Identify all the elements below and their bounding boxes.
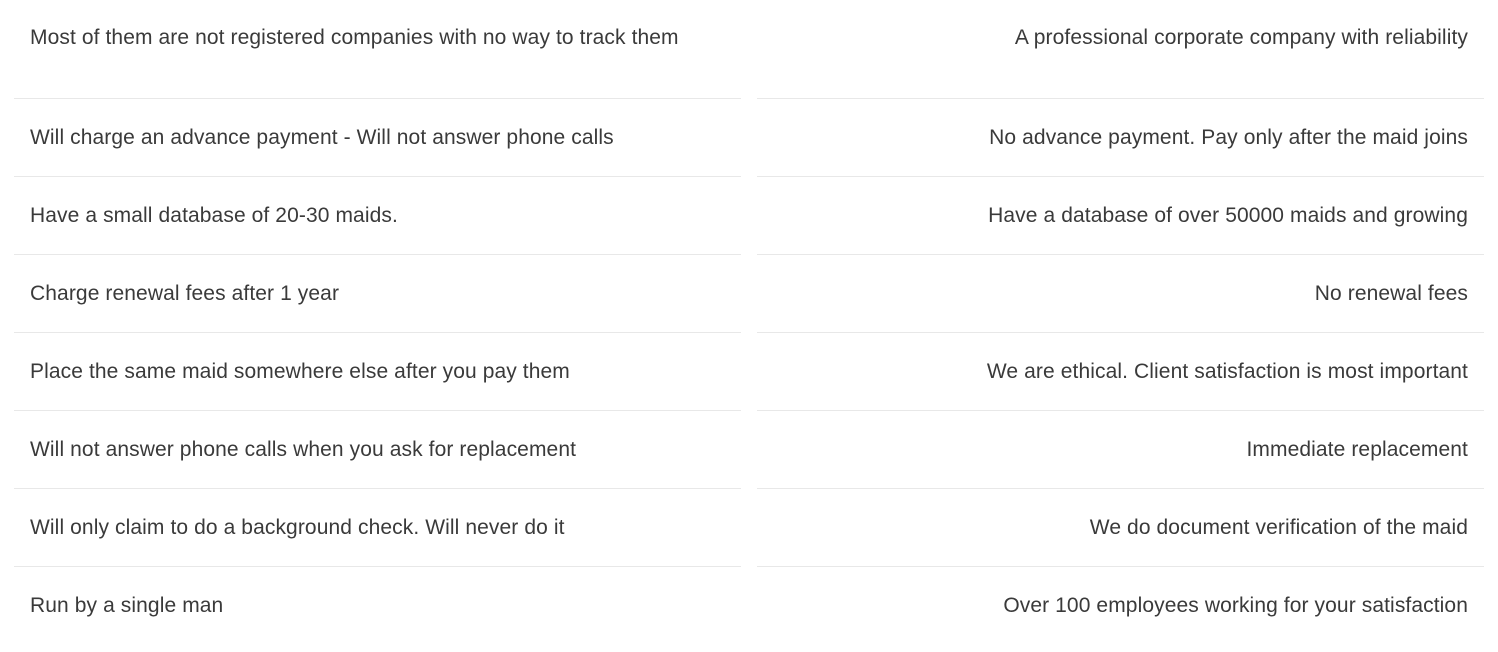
others-item-text: Run by a single man bbox=[30, 594, 224, 617]
us-item-text: A professional corporate company with re… bbox=[1014, 26, 1468, 49]
others-item: Place the same maid somewhere else after… bbox=[14, 333, 741, 411]
us-item: We do document verification of the maid bbox=[757, 489, 1484, 567]
us-item: Have a database of over 50000 maids and … bbox=[757, 177, 1484, 255]
others-item-text: Place the same maid somewhere else after… bbox=[30, 360, 570, 383]
us-item: No advance payment. Pay only after the m… bbox=[757, 99, 1484, 177]
us-item-text: We are ethical. Client satisfaction is m… bbox=[986, 360, 1468, 383]
us-item-text: Have a database of over 50000 maids and … bbox=[988, 204, 1468, 227]
others-item: Will charge an advance payment - Will no… bbox=[14, 99, 741, 177]
others-item-text: Will charge an advance payment - Will no… bbox=[30, 126, 614, 149]
us-item: We are ethical. Client satisfaction is m… bbox=[757, 333, 1484, 411]
others-column: Most of them are not registered companie… bbox=[14, 0, 741, 652]
us-item: Over 100 employees working for your sati… bbox=[757, 567, 1484, 645]
others-item: Will not answer phone calls when you ask… bbox=[14, 411, 741, 489]
us-item: No renewal fees bbox=[757, 255, 1484, 333]
others-item-text: Have a small database of 20-30 maids. bbox=[30, 204, 398, 227]
us-item-text: No renewal fees bbox=[1314, 282, 1468, 305]
others-item: Will only claim to do a background check… bbox=[14, 489, 741, 567]
others-item-text: Will only claim to do a background check… bbox=[30, 516, 565, 539]
us-item-text: We do document verification of the maid bbox=[1089, 516, 1468, 539]
us-item: A professional corporate company with re… bbox=[757, 0, 1484, 99]
others-item-text: Charge renewal fees after 1 year bbox=[30, 282, 340, 305]
others-item: Have a small database of 20-30 maids. bbox=[14, 177, 741, 255]
others-item-text: Most of them are not registered companie… bbox=[30, 26, 679, 49]
others-item: Charge renewal fees after 1 year bbox=[14, 255, 741, 333]
comparison-table: Most of them are not registered companie… bbox=[0, 0, 1498, 652]
us-item-text: Over 100 employees working for your sati… bbox=[1003, 594, 1468, 617]
us-item-text: Immediate replacement bbox=[1246, 438, 1468, 461]
us-item: Immediate replacement bbox=[757, 411, 1484, 489]
others-item: Most of them are not registered companie… bbox=[14, 0, 741, 99]
us-item-text: No advance payment. Pay only after the m… bbox=[989, 126, 1468, 149]
others-item: Run by a single man bbox=[14, 567, 741, 645]
us-column: A professional corporate company with re… bbox=[757, 0, 1484, 652]
others-item-text: Will not answer phone calls when you ask… bbox=[30, 438, 577, 461]
